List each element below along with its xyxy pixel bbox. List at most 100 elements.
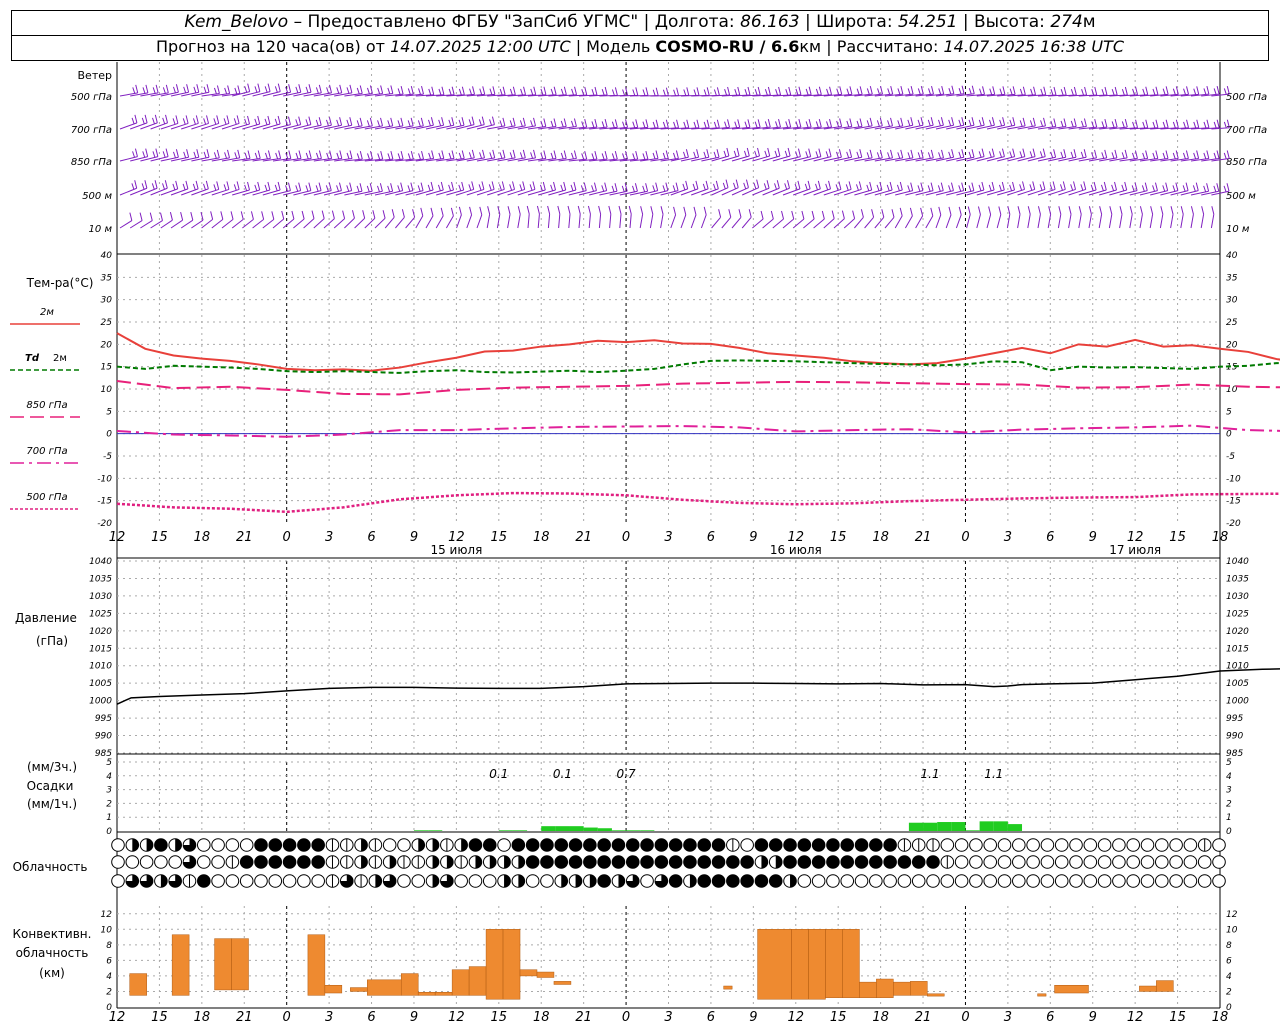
wind-barb-feather xyxy=(1039,184,1043,191)
wind-barb-feather xyxy=(887,88,891,95)
hour-tick-label: 15 xyxy=(151,1010,168,1024)
cloud-cover-symbol xyxy=(1012,838,1026,852)
wind-barb-feather xyxy=(1029,184,1033,191)
wind-barb-feather xyxy=(869,149,873,158)
wind-barb-feather xyxy=(1080,184,1084,191)
wind-barb-feather xyxy=(930,182,934,191)
wind-barb-feather xyxy=(703,206,707,215)
wind-barb-feather xyxy=(196,84,200,93)
conv-cloud-bar xyxy=(536,971,555,978)
wind-barb-feather xyxy=(584,150,588,160)
wind-barb-feather xyxy=(318,150,322,159)
wind-barb-feather xyxy=(795,121,799,128)
wind-barb-feather xyxy=(172,151,176,159)
wind-barb-feather xyxy=(482,149,486,158)
wind-barb-feather xyxy=(471,116,475,125)
wind-barb-feather xyxy=(1059,184,1063,191)
wind-barb-feather xyxy=(1070,184,1074,191)
wind-barb-feather xyxy=(662,152,666,160)
wind-barb-feather xyxy=(683,121,687,129)
pressure-unit: (гПа) xyxy=(36,634,68,648)
wind-barb-feather xyxy=(1009,184,1013,192)
wind-barb-feather xyxy=(604,150,608,160)
wind-barb-feather xyxy=(315,119,319,127)
precip-ytick-label: 0 xyxy=(106,827,112,837)
hour-tick-label: 3 xyxy=(664,530,672,545)
wind-barb-feather xyxy=(492,86,496,95)
wind-barb-feather xyxy=(673,89,677,96)
pressure-ytick-label: 1020 xyxy=(1226,627,1249,637)
conv-cloud-bar xyxy=(553,981,572,985)
wind-barb-feather xyxy=(254,152,258,160)
wind-barb-feather xyxy=(1201,206,1205,215)
wind-barb-feather xyxy=(645,183,649,192)
wind-barb-feather xyxy=(618,205,622,215)
wind-barb-feather xyxy=(400,182,404,191)
wind-barb xyxy=(762,155,781,162)
wind-barb-feather xyxy=(274,184,278,192)
wind-barb xyxy=(1170,214,1174,229)
hour-tick-label: 3 xyxy=(1004,1010,1012,1024)
cloud-cover-symbol xyxy=(1197,874,1212,888)
wind-barb-feather xyxy=(223,184,227,191)
pressure-ytick-label: 995 xyxy=(1226,714,1243,724)
wind-barb-feather xyxy=(907,119,911,127)
cloud-cover-symbol xyxy=(225,874,240,888)
cloud-cover-symbol xyxy=(911,874,926,888)
cloud-cover-fill xyxy=(483,838,497,852)
wind-barb-feather xyxy=(277,181,281,191)
wind-barb-feather xyxy=(448,152,452,160)
hour-tick-label: 0 xyxy=(283,530,291,545)
cloud-cover-symbol xyxy=(1183,874,1198,888)
wind-barb-feather xyxy=(195,115,199,124)
wind-barb-feather xyxy=(1083,149,1087,158)
wind-barb-feather xyxy=(1155,86,1159,95)
conv-cloud-bar xyxy=(859,981,877,998)
wind-barb-feather xyxy=(450,207,454,216)
wind-barb-feather xyxy=(591,185,595,192)
cloud-cover-fill xyxy=(812,855,825,869)
cloud-cover-symbol xyxy=(468,874,483,888)
wind-barb xyxy=(252,189,271,196)
wind-barb-feather xyxy=(632,153,636,160)
wind-barb-feather xyxy=(1058,206,1062,215)
wind-barb-feather xyxy=(1124,181,1128,191)
wind-barb-feather xyxy=(988,206,992,215)
wind-barb-feather xyxy=(206,115,210,124)
cloud-cover-fill xyxy=(783,838,797,852)
wind-barb-feather xyxy=(859,149,863,158)
wind-barb-feather xyxy=(427,119,431,127)
wind-barb-feather xyxy=(366,120,370,127)
wind-barb-feather xyxy=(489,152,493,159)
cloud-cover-symbol xyxy=(940,874,955,888)
wind-barb-feather xyxy=(247,115,250,125)
wind-barb xyxy=(996,214,1002,229)
wind-barb-feather xyxy=(1073,181,1077,190)
cloud-cover-symbol xyxy=(997,874,1012,888)
hour-tick-label: 15 xyxy=(491,530,508,545)
cloud-cover-fill xyxy=(446,855,454,869)
wind-barb-feather xyxy=(162,183,165,190)
wind-barb-feather xyxy=(635,87,639,96)
wind-barb-feather xyxy=(1104,86,1108,96)
wind-barb-feather xyxy=(159,212,163,221)
cloud-cover-fill xyxy=(712,874,725,888)
wind-barb-feather xyxy=(815,121,819,128)
wind-barb-feather xyxy=(1073,149,1077,158)
wind-barb-feather xyxy=(274,118,278,126)
wind-barb-feather xyxy=(727,86,731,96)
wind-barb-feather xyxy=(427,184,431,192)
wind-barb-feather xyxy=(206,149,210,158)
wind-barb-feather xyxy=(818,118,822,128)
cloud-cover-symbol xyxy=(111,838,125,852)
wind-barb-feather xyxy=(397,88,401,95)
wind-barb-feather xyxy=(203,86,207,94)
wind-barb-feather xyxy=(387,185,391,193)
cloud-cover-fill xyxy=(518,855,525,869)
wind-barb-feather xyxy=(517,206,521,215)
cloud-cover-fill xyxy=(554,855,568,869)
wind-barb-feather xyxy=(135,84,139,93)
wind-barb-feather xyxy=(1101,89,1105,96)
wind-barb-feather xyxy=(196,149,200,158)
wind-barb-feather xyxy=(899,181,903,191)
